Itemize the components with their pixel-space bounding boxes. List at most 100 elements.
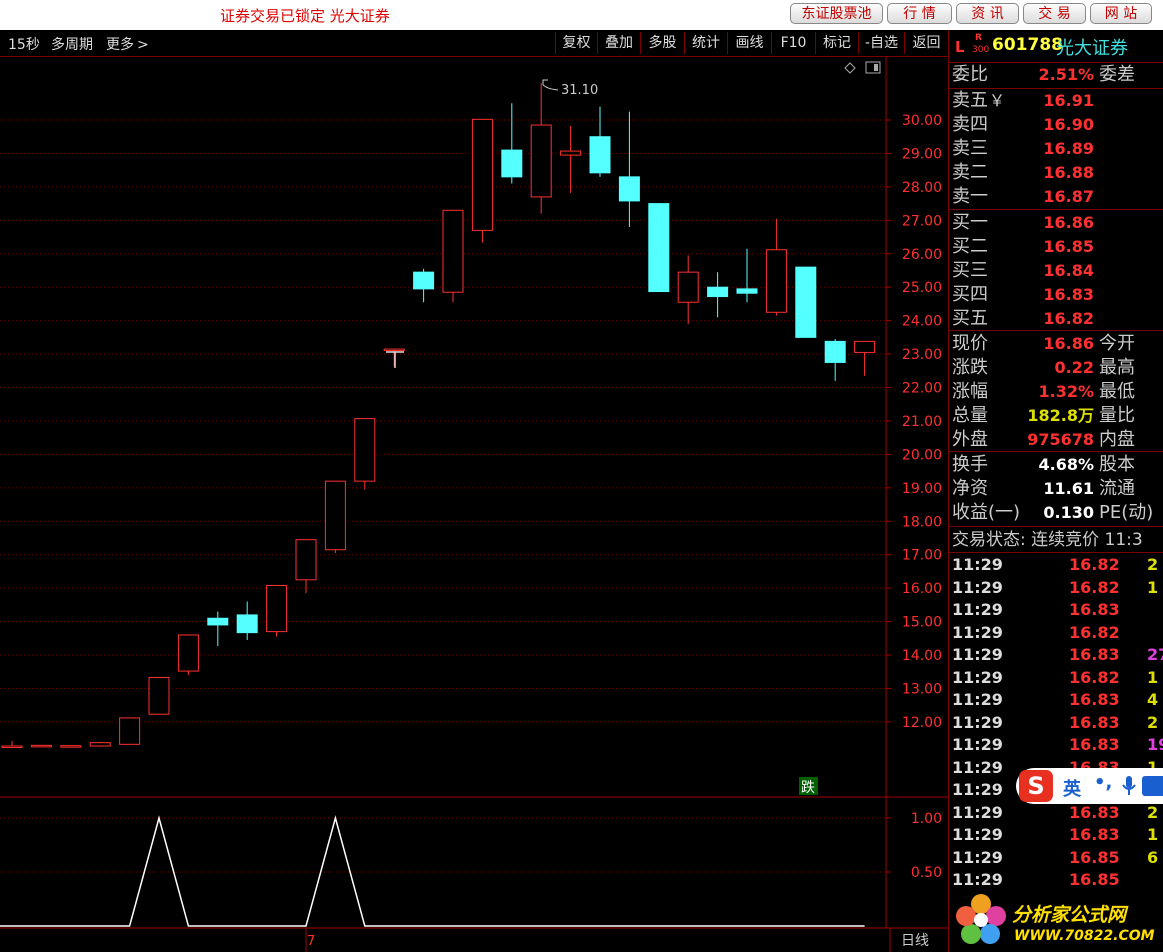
ask-row[interactable]: 卖二 16.88 (949, 161, 1163, 185)
stat-label-right: 最高 (1099, 357, 1135, 378)
remove-watchlist-button[interactable]: -自选 (858, 32, 904, 54)
ask-row[interactable]: 卖三 16.89 (949, 137, 1163, 161)
multi-stock-button[interactable]: 多股 (640, 32, 684, 54)
candle-body (89, 742, 111, 747)
tick-row[interactable]: 11:29 16.82 1 (949, 577, 1163, 599)
stat-label-right: 今开 (1099, 333, 1135, 354)
tick-row[interactable]: 11:29 16.82 2 (949, 554, 1163, 576)
tick-row[interactable]: 11:29 16.82 (949, 622, 1163, 644)
period-selector[interactable]: 15秒 (8, 34, 40, 54)
ask-row[interactable]: 卖四 16.90 (949, 113, 1163, 137)
tick-row[interactable]: 11:29 16.83 2 (949, 802, 1163, 824)
y-tick-label: 13.00 (902, 681, 942, 697)
daily-tab[interactable]: 日线 (901, 933, 929, 949)
y-tick-label: 12.00 (902, 715, 942, 731)
candle-body (295, 539, 317, 581)
stat-label-right: PE(动) (1099, 502, 1154, 523)
ime-punct[interactable]: •, (1094, 772, 1112, 793)
stat-value: 182.8万 (1027, 406, 1094, 425)
panel-toggle-fill (874, 64, 878, 71)
candle-body (618, 176, 640, 202)
market-button[interactable]: 行 情 (887, 3, 952, 24)
candle-body (207, 617, 229, 626)
candle-body (383, 348, 405, 352)
diamond-icon[interactable] (844, 62, 856, 74)
tick-row[interactable]: 11:29 16.83 27 (949, 644, 1163, 666)
sub-tick-label: 0.50 (911, 865, 942, 881)
more-button[interactable]: 更多 > (106, 34, 149, 54)
candle (589, 106, 611, 177)
trade-button[interactable]: 交 易 (1023, 3, 1086, 24)
y-tick-label: 29.00 (902, 146, 942, 162)
candle-body (501, 149, 523, 178)
tick-time: 11:29 (952, 802, 1003, 822)
candle-body (589, 136, 611, 174)
candle-body (471, 118, 493, 231)
candle (207, 611, 229, 647)
tick-volume: 27 (1147, 645, 1163, 664)
stat-label: 涨幅 (952, 381, 988, 402)
stats-button[interactable]: 统计 (684, 32, 727, 54)
tick-time: 11:29 (952, 555, 1003, 574)
tick-row[interactable]: 11:29 16.83 (949, 599, 1163, 621)
tick-time: 11:29 (952, 847, 1003, 867)
tick-row[interactable]: 11:29 16.83 2 (949, 712, 1163, 734)
tick-row[interactable]: 11:29 16.82 1 (949, 667, 1163, 689)
tick-row[interactable]: 11:29 16.83 1 (949, 824, 1163, 846)
ime-mode[interactable]: 英 (1063, 775, 1081, 801)
tick-time: 11:29 (952, 712, 1003, 732)
bid-row[interactable]: 买二 16.85 (949, 235, 1163, 259)
sell5-mark: ￥ (989, 91, 1006, 110)
candle (236, 601, 258, 640)
ime-logo[interactable]: S (1019, 770, 1053, 802)
top-bar: 证券交易已锁定 光大证券 东证股票池 行 情 资 讯 交 易 网 站 (0, 0, 1163, 30)
chart-area[interactable]: 30.00 29.00 28.00 27.00 26.00 25.00 24.00 23.00… (0, 56, 948, 952)
tick-time: 11:29 (952, 735, 1003, 754)
overlay-button[interactable]: 叠加 (597, 32, 640, 54)
ime-toolbar[interactable]: S 英 •, (1016, 768, 1163, 804)
candle (148, 676, 170, 715)
candle (736, 248, 758, 303)
tick-price: 16.83 (1069, 645, 1120, 664)
tick-row[interactable]: 11:29 16.83 19 (949, 734, 1163, 756)
multi-period-button[interactable]: 多周期 (51, 34, 93, 54)
badge-r: R (975, 33, 982, 43)
tick-row[interactable]: 11:29 16.83 4 (949, 689, 1163, 711)
stat-label: 涨跌 (952, 357, 988, 378)
stat-label: 净资 (952, 478, 988, 499)
news-button[interactable]: 资 讯 (956, 3, 1019, 24)
candle (501, 103, 523, 184)
tick-time: 11:29 (952, 870, 1003, 889)
website-button[interactable]: 网 站 (1090, 3, 1152, 24)
ime-extra-icon[interactable] (1142, 776, 1163, 796)
ask-row[interactable]: 卖一 16.87 (949, 185, 1163, 209)
candle-body (266, 584, 288, 633)
f10-button[interactable]: F10 (771, 32, 815, 54)
y-tick-label: 26.00 (902, 247, 942, 263)
bid-label: 买二 (952, 236, 988, 257)
ask-label: 卖四 (952, 114, 988, 135)
bid-row[interactable]: 买三 16.84 (949, 259, 1163, 283)
candle (707, 272, 729, 318)
tick-row[interactable]: 11:29 16.85 6 (949, 847, 1163, 869)
bid-row[interactable]: 买一 16.86 (949, 211, 1163, 235)
candle-body (765, 249, 787, 313)
adjust-button[interactable]: 复权 (555, 32, 597, 54)
y-tick-label: 30.00 (902, 113, 942, 129)
stock-pool-button[interactable]: 东证股票池 (790, 3, 883, 24)
back-button[interactable]: 返回 (904, 32, 948, 54)
chart-corner-icons[interactable] (844, 61, 881, 74)
candle (89, 741, 111, 747)
bid-row[interactable]: 买四 16.83 (949, 283, 1163, 307)
mark-button[interactable]: 标记 (815, 32, 858, 54)
ask-row[interactable]: 卖五 16.91 ￥ (949, 89, 1163, 113)
candle-body (442, 209, 464, 293)
draw-line-button[interactable]: 画线 (727, 32, 771, 54)
microphone-icon[interactable] (1122, 776, 1136, 796)
tick-volume: 1 (1147, 825, 1159, 844)
high-marker-label: 31.10 (561, 83, 598, 98)
tick-row[interactable]: 11:29 16.85 (949, 869, 1163, 891)
bid-row[interactable]: 买五 16.82 (949, 307, 1163, 331)
bid-label: 买五 (952, 308, 988, 329)
weibi-label: 委比 (952, 64, 988, 85)
